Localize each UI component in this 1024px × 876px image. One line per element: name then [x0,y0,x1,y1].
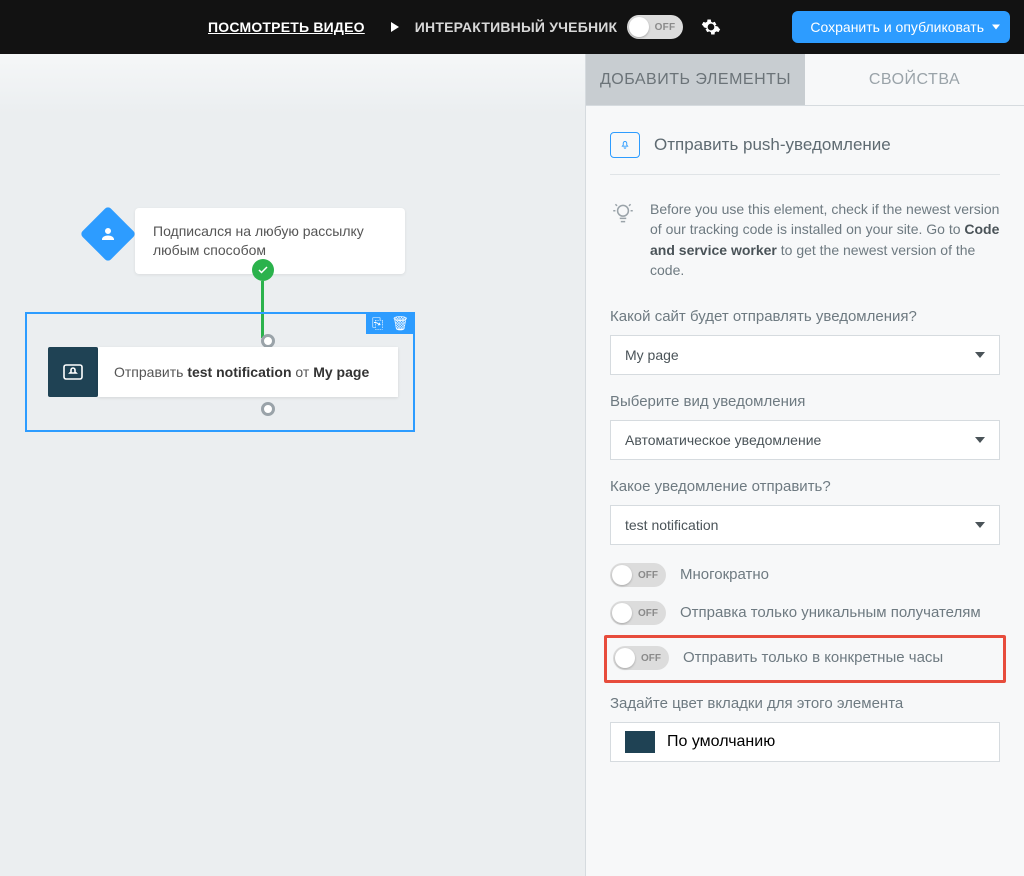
action-node-icon[interactable] [48,347,98,397]
action-node-card[interactable]: Отправить test notification от My page [98,347,398,397]
save-publish-label: Сохранить и опубликовать [810,19,984,35]
select-color-value: По умолчанию [667,733,775,751]
panel-title: Отправить push-уведомление [654,135,891,155]
selection-toolbar: ⎘ 🗑 [366,312,415,334]
color-swatch [625,731,655,753]
label-unique: Отправка только уникальным получателям [680,601,981,623]
chevron-down-icon [975,352,985,358]
label-hours: Отправить только в конкретные часы [683,646,943,668]
settings-icon[interactable] [701,17,721,37]
chevron-down-icon [975,522,985,528]
lightbulb-icon [610,201,636,227]
select-type[interactable]: Автоматическое уведомление [610,420,1000,460]
watch-video-label: ПОСМОТРЕТЬ ВИДЕО [208,19,365,35]
label-which: Какое уведомление отправить? [610,478,1000,495]
check-icon [252,259,274,281]
node-output-port[interactable] [261,402,275,416]
bell-icon [61,360,85,384]
chevron-down-icon [992,25,1000,30]
tutorial-section: ИНТЕРАКТИВНЫЙ УЧЕБНИК OFF [415,15,684,39]
video-camera-icon [375,20,397,34]
label-site: Какой сайт будет отправлять уведомления? [610,308,1000,325]
tab-add-elements[interactable]: ДОБАВИТЬ ЭЛЕМЕНТЫ [586,54,805,105]
chevron-down-icon [975,437,985,443]
select-which[interactable]: test notification [610,505,1000,545]
tutorial-label: ИНТЕРАКТИВНЫЙ УЧЕБНИК [415,19,618,35]
tracking-code-hint: Before you use this element, check if th… [610,199,1000,280]
highlighted-option: OFF Отправить только в конкретные часы [604,635,1006,683]
select-site-value: My page [625,347,679,363]
watch-video-link[interactable]: ПОСМОТРЕТЬ ВИДЕО [208,19,397,35]
tutorial-toggle-state: OFF [655,22,676,33]
trigger-node-text: Подписался на любую рассылку любым спосо… [153,223,364,258]
panel-header: Отправить push-уведомление [610,132,1000,175]
select-which-value: test notification [625,517,718,533]
workflow-canvas[interactable]: Подписался на любую рассылку любым спосо… [0,54,585,876]
label-color: Задайте цвет вкладки для этого элемента [610,695,1000,712]
user-icon [99,225,117,243]
action-node-text: Отправить test notification от My page [114,364,369,380]
select-site[interactable]: My page [610,335,1000,375]
push-notification-icon [610,132,640,158]
node-input-port[interactable] [261,334,275,348]
label-type: Выберите вид уведомления [610,393,1000,410]
toggle-hours[interactable]: OFF [613,646,669,670]
select-type-value: Автоматическое уведомление [625,432,821,448]
tutorial-toggle[interactable]: OFF [627,15,683,39]
delete-icon[interactable]: 🗑 [391,316,409,330]
toggle-multiple[interactable]: OFF [610,563,666,587]
label-multiple: Многократно [680,563,769,585]
duplicate-icon[interactable]: ⎘ [372,316,383,330]
tab-properties[interactable]: СВОЙСТВА [805,54,1024,105]
toggle-unique[interactable]: OFF [610,601,666,625]
trigger-node-icon[interactable] [80,206,137,263]
save-publish-button[interactable]: Сохранить и опубликовать [792,11,1010,43]
select-color[interactable]: По умолчанию [610,722,1000,762]
